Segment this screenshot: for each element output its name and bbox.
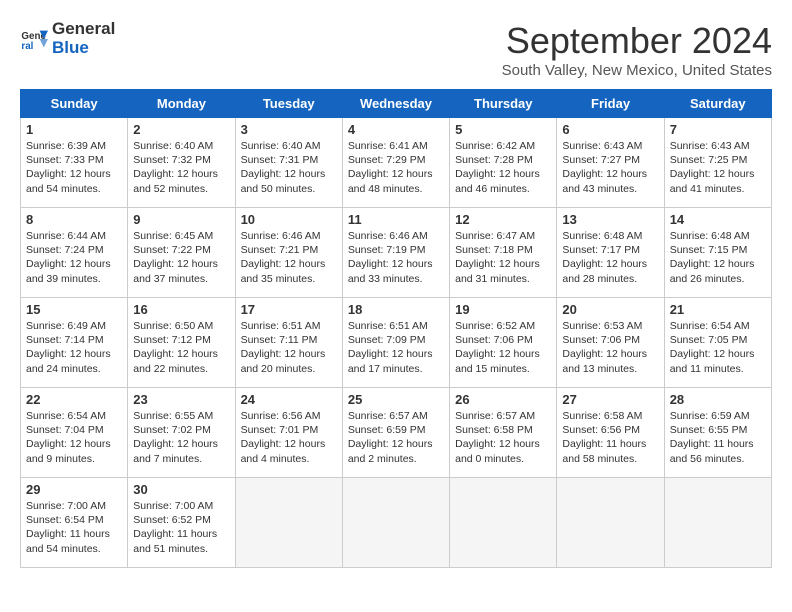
empty-cell: [342, 478, 449, 568]
week-row-4: 22Sunrise: 6:54 AMSunset: 7:04 PMDayligh…: [21, 388, 772, 478]
calendar-title: September 2024: [502, 20, 772, 62]
day-8: 8Sunrise: 6:44 AMSunset: 7:24 PMDaylight…: [21, 208, 128, 298]
logo-line2: Blue: [52, 39, 115, 58]
day-23: 23Sunrise: 6:55 AMSunset: 7:02 PMDayligh…: [128, 388, 235, 478]
day-9: 9Sunrise: 6:45 AMSunset: 7:22 PMDaylight…: [128, 208, 235, 298]
week-row-5: 29Sunrise: 7:00 AMSunset: 6:54 PMDayligh…: [21, 478, 772, 568]
day-30: 30Sunrise: 7:00 AMSunset: 6:52 PMDayligh…: [128, 478, 235, 568]
day-6: 6Sunrise: 6:43 AMSunset: 7:27 PMDaylight…: [557, 118, 664, 208]
day-15: 15Sunrise: 6:49 AMSunset: 7:14 PMDayligh…: [21, 298, 128, 388]
header-thursday: Thursday: [450, 90, 557, 118]
empty-cell: [235, 478, 342, 568]
day-25: 25Sunrise: 6:57 AMSunset: 6:59 PMDayligh…: [342, 388, 449, 478]
day-2: 2Sunrise: 6:40 AMSunset: 7:32 PMDaylight…: [128, 118, 235, 208]
day-1: 1Sunrise: 6:39 AMSunset: 7:33 PMDaylight…: [21, 118, 128, 208]
day-10: 10Sunrise: 6:46 AMSunset: 7:21 PMDayligh…: [235, 208, 342, 298]
calendar-subtitle: South Valley, New Mexico, United States: [502, 62, 772, 79]
day-17: 17Sunrise: 6:51 AMSunset: 7:11 PMDayligh…: [235, 298, 342, 388]
header-row: Sunday Monday Tuesday Wednesday Thursday…: [21, 90, 772, 118]
logo: Gene ral General Blue: [20, 20, 115, 57]
calendar-table: Sunday Monday Tuesday Wednesday Thursday…: [20, 89, 772, 568]
title-section: September 2024 South Valley, New Mexico,…: [502, 20, 772, 79]
day-28: 28Sunrise: 6:59 AMSunset: 6:55 PMDayligh…: [664, 388, 771, 478]
day-18: 18Sunrise: 6:51 AMSunset: 7:09 PMDayligh…: [342, 298, 449, 388]
day-21: 21Sunrise: 6:54 AMSunset: 7:05 PMDayligh…: [664, 298, 771, 388]
day-16: 16Sunrise: 6:50 AMSunset: 7:12 PMDayligh…: [128, 298, 235, 388]
week-row-2: 8Sunrise: 6:44 AMSunset: 7:24 PMDaylight…: [21, 208, 772, 298]
day-19: 19Sunrise: 6:52 AMSunset: 7:06 PMDayligh…: [450, 298, 557, 388]
day-29: 29Sunrise: 7:00 AMSunset: 6:54 PMDayligh…: [21, 478, 128, 568]
empty-cell: [450, 478, 557, 568]
logo-icon: Gene ral: [20, 25, 48, 53]
header-tuesday: Tuesday: [235, 90, 342, 118]
day-24: 24Sunrise: 6:56 AMSunset: 7:01 PMDayligh…: [235, 388, 342, 478]
week-row-1: 1Sunrise: 6:39 AMSunset: 7:33 PMDaylight…: [21, 118, 772, 208]
empty-cell: [664, 478, 771, 568]
day-14: 14Sunrise: 6:48 AMSunset: 7:15 PMDayligh…: [664, 208, 771, 298]
week-row-3: 15Sunrise: 6:49 AMSunset: 7:14 PMDayligh…: [21, 298, 772, 388]
day-13: 13Sunrise: 6:48 AMSunset: 7:17 PMDayligh…: [557, 208, 664, 298]
day-26: 26Sunrise: 6:57 AMSunset: 6:58 PMDayligh…: [450, 388, 557, 478]
day-27: 27Sunrise: 6:58 AMSunset: 6:56 PMDayligh…: [557, 388, 664, 478]
page-header: Gene ral General Blue September 2024 Sou…: [20, 20, 772, 79]
header-sunday: Sunday: [21, 90, 128, 118]
header-monday: Monday: [128, 90, 235, 118]
header-saturday: Saturday: [664, 90, 771, 118]
header-friday: Friday: [557, 90, 664, 118]
logo-line1: General: [52, 20, 115, 39]
svg-text:ral: ral: [21, 40, 33, 51]
empty-cell: [557, 478, 664, 568]
header-wednesday: Wednesday: [342, 90, 449, 118]
day-22: 22Sunrise: 6:54 AMSunset: 7:04 PMDayligh…: [21, 388, 128, 478]
day-4: 4Sunrise: 6:41 AMSunset: 7:29 PMDaylight…: [342, 118, 449, 208]
day-7: 7Sunrise: 6:43 AMSunset: 7:25 PMDaylight…: [664, 118, 771, 208]
day-20: 20Sunrise: 6:53 AMSunset: 7:06 PMDayligh…: [557, 298, 664, 388]
day-5: 5Sunrise: 6:42 AMSunset: 7:28 PMDaylight…: [450, 118, 557, 208]
day-12: 12Sunrise: 6:47 AMSunset: 7:18 PMDayligh…: [450, 208, 557, 298]
day-11: 11Sunrise: 6:46 AMSunset: 7:19 PMDayligh…: [342, 208, 449, 298]
day-3: 3Sunrise: 6:40 AMSunset: 7:31 PMDaylight…: [235, 118, 342, 208]
